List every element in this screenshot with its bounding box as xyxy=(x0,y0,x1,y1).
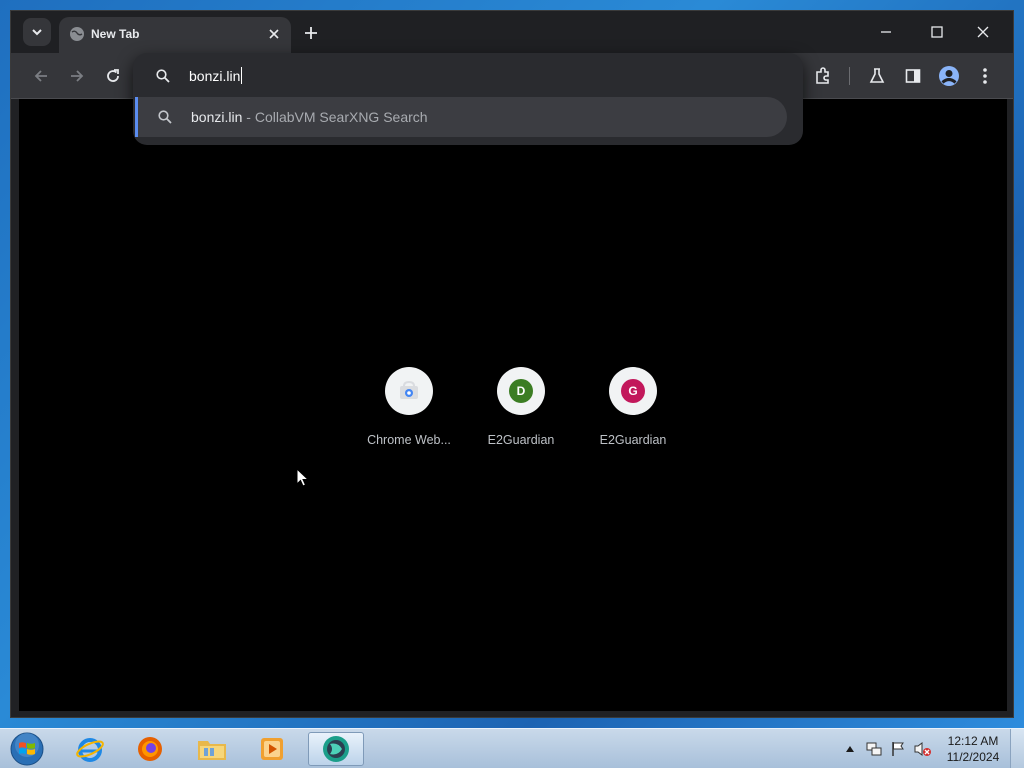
suggestion-query: bonzi.lin xyxy=(191,109,243,125)
shortcut-icon-circle xyxy=(385,367,433,415)
windows-logo-icon xyxy=(10,732,44,766)
start-button[interactable] xyxy=(8,731,46,767)
shortcut-e2guardian-g[interactable]: G E2Guardian xyxy=(577,367,689,463)
puzzle-piece-icon xyxy=(816,67,829,84)
taskbar-media-player[interactable] xyxy=(244,732,300,766)
address-input-text: bonzi.lin xyxy=(189,67,241,84)
text-caret xyxy=(241,67,243,84)
address-input[interactable]: bonzi.lin xyxy=(189,67,243,84)
shortcut-chrome-web-store[interactable]: Chrome Web... xyxy=(353,367,465,463)
close-icon xyxy=(977,26,989,38)
minimize-button[interactable] xyxy=(863,17,909,47)
maximize-button[interactable] xyxy=(914,17,960,47)
plus-icon xyxy=(305,27,317,39)
suggestion-text: bonzi.lin - CollabVM SearXNG Search xyxy=(191,109,428,125)
clock-date: 11/2/2024 xyxy=(946,750,1000,764)
search-icon xyxy=(156,69,170,83)
media-player-icon xyxy=(261,738,283,760)
close-window-button[interactable] xyxy=(960,17,1006,47)
profile-button[interactable] xyxy=(935,62,963,90)
shortcut-label: E2Guardian xyxy=(599,433,667,447)
taskbar-clock[interactable]: 12:12 AM 11/2/2024 xyxy=(940,733,1006,765)
show-hidden-icons-button[interactable] xyxy=(842,729,858,768)
tab-title: New Tab xyxy=(91,27,140,41)
omnibox-suggestion[interactable]: bonzi.lin - CollabVM SearXNG Search xyxy=(135,97,787,137)
shortcut-label: E2Guardian xyxy=(487,433,555,447)
letter-g-icon: G xyxy=(621,379,645,403)
profile-avatar-icon xyxy=(939,66,959,86)
taskbar-browser-active[interactable] xyxy=(308,732,364,766)
suggestion-separator: - xyxy=(242,109,255,125)
shortcut-icon-circle: G xyxy=(609,367,657,415)
network-icon xyxy=(866,742,882,756)
side-panel-icon xyxy=(905,69,921,83)
menu-button[interactable] xyxy=(971,62,999,90)
chevron-up-icon xyxy=(846,746,854,752)
tab-strip: New Tab xyxy=(11,11,1013,53)
forward-arrow-icon xyxy=(71,70,84,82)
back-arrow-icon xyxy=(34,70,47,82)
suggestion-description: CollabVM SearXNG Search xyxy=(254,109,428,125)
extensions-button[interactable] xyxy=(809,62,837,90)
tray-network[interactable] xyxy=(864,729,884,768)
toolbar-divider xyxy=(849,67,850,85)
mouse-cursor-icon xyxy=(296,468,310,487)
taskbar-windows-explorer[interactable] xyxy=(184,732,240,766)
speaker-muted-icon xyxy=(914,742,931,756)
shortcut-icon-circle: D xyxy=(497,367,545,415)
show-desktop-button[interactable] xyxy=(1010,729,1024,768)
browser-window: New Tab Chrome Web... D E2Guardian G E2G… xyxy=(10,10,1014,718)
shortcut-label: Chrome Web... xyxy=(367,433,451,447)
close-icon xyxy=(269,29,279,39)
forward-button[interactable] xyxy=(63,62,91,90)
minimize-icon xyxy=(881,31,891,33)
back-button[interactable] xyxy=(27,62,55,90)
maximize-icon xyxy=(931,26,943,38)
browser-icon xyxy=(323,736,349,762)
side-panel-button[interactable] xyxy=(899,62,927,90)
tray-action-center[interactable] xyxy=(888,729,908,768)
ie-icon xyxy=(76,738,104,762)
more-vert-icon xyxy=(983,68,987,84)
reload-icon xyxy=(107,69,119,82)
letter-d-icon: D xyxy=(509,379,533,403)
tab-new-tab[interactable]: New Tab xyxy=(59,17,291,53)
flag-icon xyxy=(892,742,904,756)
tray-volume-muted[interactable] xyxy=(912,729,934,768)
reload-button[interactable] xyxy=(99,62,127,90)
tab-search-button[interactable] xyxy=(23,18,51,46)
chrome-web-store-icon xyxy=(400,380,418,399)
clock-time: 12:12 AM xyxy=(947,734,999,748)
firefox-icon xyxy=(138,737,162,761)
search-icon xyxy=(158,110,172,124)
close-tab-button[interactable] xyxy=(265,25,283,43)
chevron-down-icon xyxy=(32,29,42,36)
taskbar: 12:12 AM 11/2/2024 xyxy=(0,728,1024,768)
flask-icon xyxy=(869,68,885,83)
globe-icon xyxy=(70,27,84,41)
new-tab-button[interactable] xyxy=(299,21,323,45)
folder-icon xyxy=(198,741,226,760)
taskbar-internet-explorer[interactable] xyxy=(62,732,118,766)
shortcut-e2guardian-d[interactable]: D E2Guardian xyxy=(465,367,577,463)
omnibox: bonzi.lin bonzi.lin - CollabVM SearXNG S… xyxy=(133,53,803,145)
labs-button[interactable] xyxy=(863,62,891,90)
new-tab-page: Chrome Web... D E2Guardian G E2Guardian xyxy=(19,99,1007,711)
taskbar-firefox[interactable] xyxy=(122,732,178,766)
